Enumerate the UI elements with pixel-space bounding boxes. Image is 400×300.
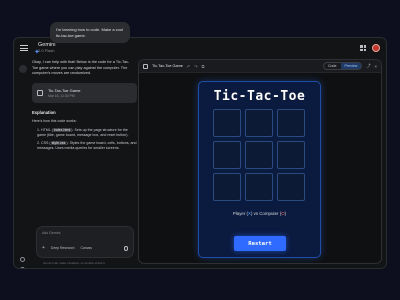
disclaimer: Gemini can make mistakes, so double-chec… [43, 261, 105, 265]
item-label: CSS ( [41, 141, 51, 146]
code-card-title: Tic-Tac-Toe Game [48, 87, 81, 93]
restart-button[interactable]: Restart [234, 236, 286, 251]
board-cell[interactable] [245, 141, 273, 169]
chat-thread: I'm learning how to code. Make a cool ti… [32, 22, 137, 300]
status-text: ) vs Computer ( [250, 211, 282, 216]
game-status: Player (X) vs Computer (O) [199, 211, 320, 216]
game-container: Tic-Tac-Toe Player (X) vs Computer (O) R… [198, 81, 321, 258]
game-board [213, 109, 305, 201]
top-right-actions [360, 44, 380, 52]
tab-code[interactable]: Code [324, 63, 341, 69]
code-doc-icon [143, 63, 148, 69]
list-item: 2. CSS (style.css): Styles the game boar… [37, 141, 137, 151]
share-icon[interactable]: ⤴ [366, 63, 370, 69]
explanation-heading: Explanation [32, 109, 56, 115]
gem-icon[interactable] [20, 257, 25, 262]
user-message: I'm learning how to code. Make a cool ti… [50, 22, 130, 44]
board-cell[interactable] [245, 109, 273, 137]
prompt-placeholder: Ask Gemini [42, 231, 61, 235]
code-tag: style.css [50, 141, 67, 146]
response-intro: Okay, I can help with that! Below is the… [32, 60, 130, 76]
board-cell[interactable] [213, 173, 241, 201]
game-title: Tic-Tac-Toe [213, 89, 306, 104]
menu-icon[interactable] [20, 45, 28, 51]
canvas-panel: Tic-Tac-Toe Game ↶ ↷ ⧉ Code Preview ⤴ × … [138, 59, 382, 264]
redo-icon[interactable]: ↷ [194, 64, 197, 69]
gemini-spark-icon: ✦ [34, 49, 40, 57]
tab-preview[interactable]: Preview [340, 63, 362, 69]
list-item: 1. HTML (index.html): Sets up the page s… [37, 127, 129, 137]
board-cell[interactable] [213, 109, 241, 137]
add-icon[interactable]: + [42, 245, 45, 251]
code-card[interactable]: Tic-Tac-Toe Game Mar 16, 11:30 PM [32, 82, 137, 103]
explanation-list: 1. HTML (index.html): Sets up the page s… [32, 127, 137, 152]
code-card-date: Mar 16, 11:30 PM [48, 93, 75, 98]
board-cell[interactable] [213, 141, 241, 169]
board-cell[interactable] [277, 173, 305, 201]
new-chat-icon[interactable] [19, 65, 27, 73]
copy-icon[interactable]: ⧉ [202, 64, 205, 69]
apps-grid-icon[interactable] [360, 45, 366, 51]
activity-icon[interactable] [20, 267, 25, 268]
canvas-file-name: Tic-Tac-Toe Game [152, 64, 183, 68]
close-icon[interactable]: × [375, 64, 377, 69]
board-cell[interactable] [245, 173, 273, 201]
deep-research-button[interactable]: Deep Research [51, 246, 75, 250]
view-toggle: Code Preview [322, 62, 363, 70]
canvas-button[interactable]: Canvas [80, 246, 92, 250]
prompt-tools: + Deep Research Canvas [42, 245, 128, 251]
canvas-toolbar: Tic-Tac-Toe Game ↶ ↷ ⧉ Code Preview ⤴ × [139, 60, 381, 73]
status-text: ) [284, 211, 287, 216]
item-label: HTML ( [41, 127, 53, 132]
explanation-intro: Here's how this code works: [32, 118, 77, 123]
mic-icon[interactable] [124, 245, 128, 251]
undo-icon[interactable]: ↶ [187, 64, 190, 69]
avatar[interactable] [372, 44, 380, 52]
side-rail [14, 58, 32, 268]
status-text: Player ( [232, 211, 249, 216]
board-cell[interactable] [277, 109, 305, 137]
board-cell[interactable] [277, 141, 305, 169]
code-doc-icon [37, 89, 43, 96]
prompt-input[interactable]: Ask Gemini + Deep Research Canvas [36, 226, 134, 258]
code-tag: index.html [52, 127, 72, 132]
